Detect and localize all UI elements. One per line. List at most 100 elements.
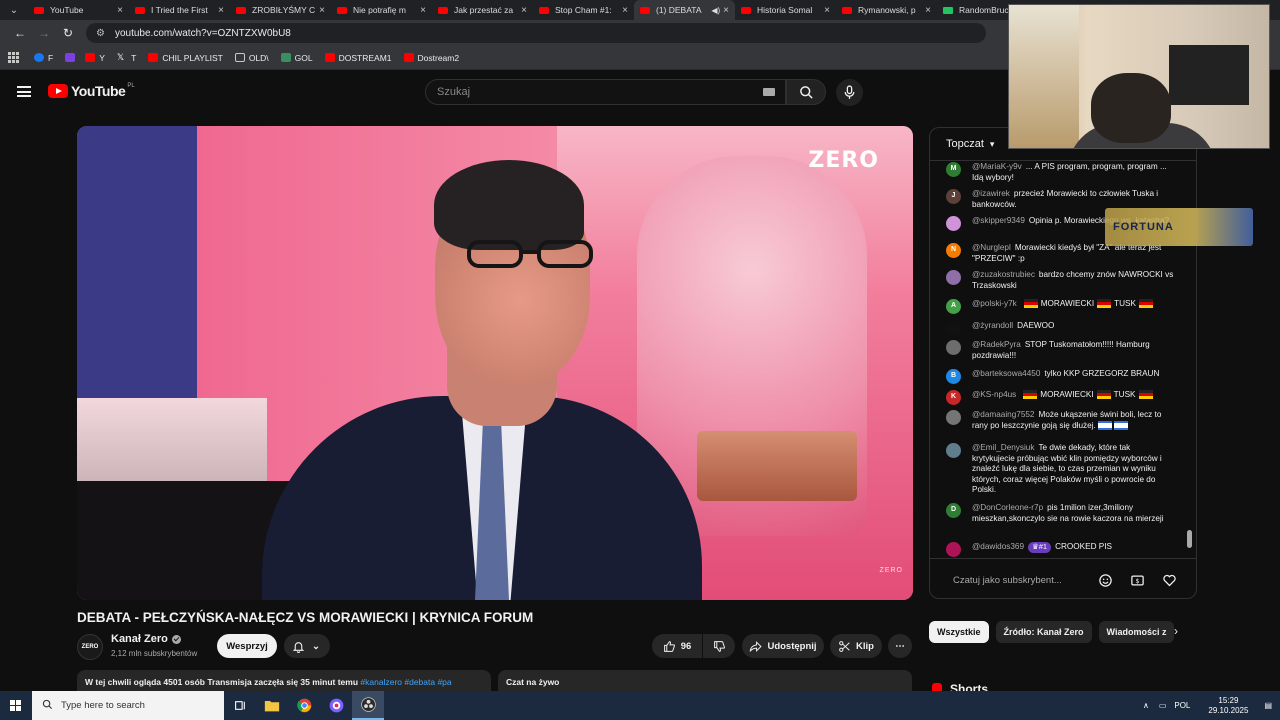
messenger-icon[interactable] — [320, 691, 352, 720]
chat-input[interactable]: Czatuj jako subskrybent... — [942, 569, 1092, 591]
dislike-button[interactable] — [703, 634, 735, 658]
chat-username[interactable]: @MariaK-y9v — [972, 162, 1022, 171]
chip-source-channel[interactable]: Źródło: Kanał Zero — [995, 621, 1092, 643]
chat-username[interactable]: @RadekPyra — [972, 340, 1021, 349]
start-button[interactable] — [0, 691, 32, 720]
chat-username[interactable]: @barteksowa4450 — [972, 369, 1040, 378]
chip-all[interactable]: Wszystkie — [929, 621, 989, 643]
close-tab-icon[interactable]: × — [824, 5, 830, 16]
bookmark-t[interactable]: 𝕏T — [117, 52, 136, 63]
browser-tab[interactable]: I Tried the First × — [129, 0, 230, 20]
chat-username[interactable]: @żyrandoll — [972, 321, 1013, 330]
browser-tab[interactable]: Jak przestać za × — [432, 0, 533, 20]
close-tab-icon[interactable]: × — [218, 5, 224, 16]
browser-tab[interactable]: ZROBIŁYŚMY C × — [230, 0, 331, 20]
bookmark-dostream2[interactable]: Dostream2 — [403, 53, 459, 63]
chat-username[interactable]: @damaaing7552 — [972, 410, 1035, 419]
obs-icon[interactable] — [352, 691, 384, 720]
chat-username[interactable]: @DonCorleone-r7p — [972, 503, 1043, 512]
hashtags[interactable]: #kanalzero #debata #pa — [360, 677, 451, 687]
user-avatar[interactable]: K — [946, 390, 961, 405]
chat-username[interactable]: @KS-np4us — [972, 390, 1016, 399]
back-arrow-icon[interactable]: ← — [8, 26, 32, 40]
tray-network-icon[interactable]: ▭ — [1159, 701, 1167, 710]
apps-grid-icon[interactable] — [8, 51, 20, 64]
chat-username[interactable]: @Emil_Denysiuk — [972, 443, 1034, 452]
close-tab-icon[interactable]: × — [117, 5, 123, 16]
bookmark-gol[interactable]: GOL — [280, 53, 313, 63]
chat-scrollbar[interactable] — [1187, 530, 1192, 548]
user-avatar[interactable]: N — [946, 243, 961, 258]
user-avatar[interactable] — [946, 321, 961, 336]
close-tab-icon[interactable]: × — [622, 5, 628, 16]
heart-icon[interactable] — [1160, 571, 1178, 589]
channel-name[interactable]: Kanał Zero — [111, 633, 181, 645]
close-tab-icon[interactable]: × — [521, 5, 527, 16]
more-actions-button[interactable]: ⋯ — [888, 634, 912, 658]
chat-username[interactable]: @polski-y7k — [972, 299, 1017, 308]
bookmark-chil-playlist[interactable]: CHIL PLAYLIST — [148, 53, 223, 63]
chat-username[interactable]: @dawidos369 — [972, 542, 1024, 551]
voice-search-button[interactable] — [836, 79, 863, 106]
taskbar-search-input[interactable]: Type here to search — [32, 691, 224, 720]
clip-button[interactable]: Klip — [830, 634, 882, 658]
user-avatar[interactable]: J — [946, 189, 961, 204]
user-avatar[interactable]: D — [946, 503, 961, 518]
bookmark-dostream1[interactable]: DOSTREAM1 — [324, 53, 392, 63]
user-avatar[interactable] — [946, 443, 961, 458]
browser-tab[interactable]: Stop Cham #1: × — [533, 0, 634, 20]
user-avatar[interactable] — [946, 542, 961, 557]
url-field[interactable]: ⚙ youtube.com/watch?v=OZNTZXW0bU8 — [86, 23, 986, 43]
like-button[interactable]: 96 — [652, 634, 702, 658]
site-info-icon[interactable]: ⚙ — [96, 28, 105, 39]
browser-tab[interactable]: Historia Somal × — [735, 0, 836, 20]
user-avatar[interactable] — [946, 216, 961, 231]
description-box[interactable]: W tej chwili ogląda 4501 osób Transmisja… — [77, 670, 491, 692]
user-avatar[interactable] — [946, 270, 961, 285]
reload-icon[interactable]: ↻ — [56, 26, 80, 40]
super-chat-icon[interactable]: $ — [1128, 571, 1146, 589]
browser-tab[interactable]: YouTube × — [28, 0, 129, 20]
clock[interactable]: 15:29 29.10.2025 — [1208, 696, 1248, 716]
chrome-icon[interactable] — [288, 691, 320, 720]
menu-icon[interactable] — [17, 86, 31, 97]
keyboard-icon[interactable] — [763, 88, 775, 96]
emoji-icon[interactable] — [1096, 571, 1114, 589]
search-button[interactable] — [786, 79, 826, 105]
chat-username[interactable]: @izawirek — [972, 189, 1010, 198]
user-avatar[interactable] — [946, 410, 961, 425]
chip-news[interactable]: Wiadomości z — [1098, 621, 1175, 643]
chat-username[interactable]: @Nurglepl — [972, 243, 1011, 252]
user-avatar[interactable] — [946, 340, 961, 355]
bookmark-twitch[interactable] — [65, 53, 79, 62]
channel-avatar[interactable]: ZERO — [77, 634, 103, 660]
bookmark-y[interactable]: Y — [85, 53, 105, 63]
chat-username[interactable]: @zuzakostrubiec — [972, 270, 1035, 279]
user-avatar[interactable]: B — [946, 369, 961, 384]
bookmark-f[interactable]: F — [34, 53, 53, 63]
share-button[interactable]: Udostępnij — [742, 634, 824, 658]
browser-tab-active[interactable]: (1) DEBATA ◀) × — [634, 0, 735, 20]
file-explorer-icon[interactable] — [256, 691, 288, 720]
browser-tab[interactable]: Nie potrafię m × — [331, 0, 432, 20]
notifications-button[interactable]: ⌄ — [284, 634, 330, 658]
video-player[interactable]: ZERO ZERO — [77, 126, 913, 600]
close-tab-icon[interactable]: × — [925, 5, 931, 16]
user-avatar[interactable]: M — [946, 162, 961, 177]
notifications-icon[interactable]: ▤ — [1264, 701, 1272, 710]
user-avatar[interactable]: A — [946, 299, 961, 314]
speaker-icon[interactable]: ◀) — [711, 6, 720, 15]
bookmark-folder-old[interactable]: OLD\ — [234, 53, 269, 63]
forward-arrow-icon[interactable]: → — [32, 26, 56, 40]
close-tab-icon[interactable]: × — [420, 5, 426, 16]
search-input[interactable]: Szukaj — [425, 79, 786, 105]
tray-overflow-chevron-icon[interactable]: ∧ — [1143, 701, 1149, 710]
youtube-logo[interactable]: YouTube PL — [48, 83, 135, 99]
input-language[interactable]: POL — [1174, 701, 1190, 710]
chat-username[interactable]: @skipper9349 — [972, 216, 1025, 225]
close-tab-icon[interactable]: × — [319, 5, 325, 16]
task-view-icon[interactable] — [224, 691, 256, 720]
live-chat-replay-panel[interactable]: Czat na żywo — [498, 670, 912, 692]
support-button[interactable]: Wesprzyj — [217, 634, 277, 658]
browser-tab[interactable]: Rymanowski, p × — [836, 0, 937, 20]
